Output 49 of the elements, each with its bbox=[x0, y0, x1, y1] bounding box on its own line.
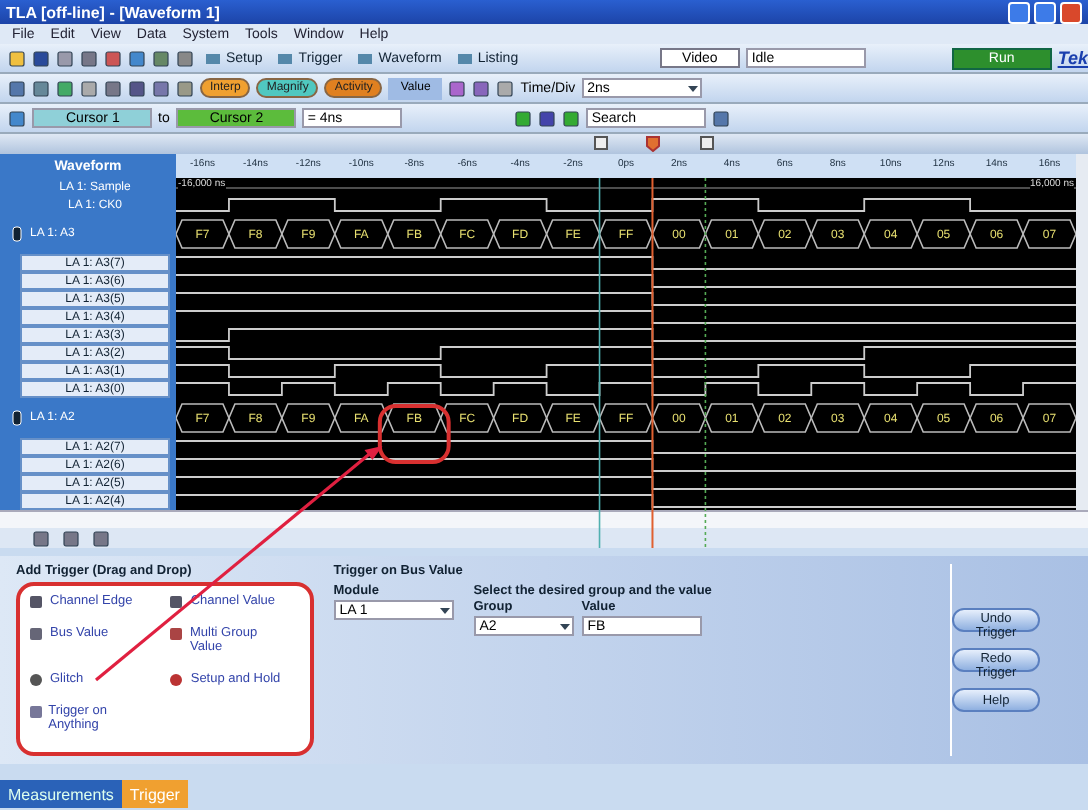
cursor-flag[interactable] bbox=[699, 136, 714, 152]
minimize-button[interactable] bbox=[1008, 1, 1030, 23]
bus-segment bbox=[228, 403, 283, 433]
caret-icon bbox=[557, 619, 572, 633]
bus-segment bbox=[333, 219, 389, 249]
bus-segment bbox=[492, 219, 548, 249]
highlight-ring bbox=[377, 404, 451, 464]
bus-segment bbox=[810, 403, 866, 433]
bus-segment bbox=[651, 219, 707, 249]
bus-segment bbox=[651, 403, 707, 433]
bus-segment bbox=[757, 219, 813, 249]
bus-segment bbox=[863, 403, 919, 433]
logo: Tek bbox=[1057, 48, 1088, 68]
bus-segment bbox=[757, 403, 813, 433]
bus-segment bbox=[176, 219, 230, 249]
caret-icon bbox=[437, 603, 452, 617]
bus-segment bbox=[704, 403, 760, 433]
bus-segment bbox=[704, 219, 760, 249]
bus-segment bbox=[386, 219, 442, 249]
bus-segment bbox=[863, 219, 919, 249]
bus-segment bbox=[1022, 403, 1076, 433]
bus-segment bbox=[916, 403, 971, 433]
bus-segment bbox=[969, 219, 1024, 249]
maximize-button[interactable] bbox=[1034, 1, 1056, 23]
bus-segment bbox=[176, 403, 230, 433]
bus-segment bbox=[281, 403, 336, 433]
tab[interactable]: Measurements bbox=[0, 780, 122, 808]
bus-segment bbox=[386, 403, 442, 433]
trigger-flag[interactable] bbox=[646, 136, 661, 152]
caret-icon bbox=[685, 81, 700, 95]
close-button[interactable] bbox=[1060, 1, 1082, 23]
window-title: TLA [off-line] - [Waveform 1] bbox=[6, 3, 222, 21]
bus-segment bbox=[545, 219, 601, 249]
bus-segment bbox=[492, 403, 548, 433]
bus-segment bbox=[598, 403, 654, 433]
bus-segment bbox=[333, 403, 389, 433]
bus-segment bbox=[810, 219, 866, 249]
bus-segment bbox=[281, 219, 336, 249]
bus-segment bbox=[1022, 219, 1076, 249]
cursor-flag[interactable] bbox=[593, 136, 608, 152]
bus-segment bbox=[916, 219, 971, 249]
bus-segment bbox=[439, 219, 495, 249]
bus-segment bbox=[228, 219, 283, 249]
scrollbar[interactable] bbox=[1076, 154, 1088, 510]
bus-segment bbox=[439, 403, 495, 433]
bus-segment bbox=[598, 219, 654, 249]
bus-segment bbox=[545, 403, 601, 433]
scrollbar[interactable] bbox=[0, 510, 1088, 528]
bus-segment bbox=[969, 403, 1024, 433]
